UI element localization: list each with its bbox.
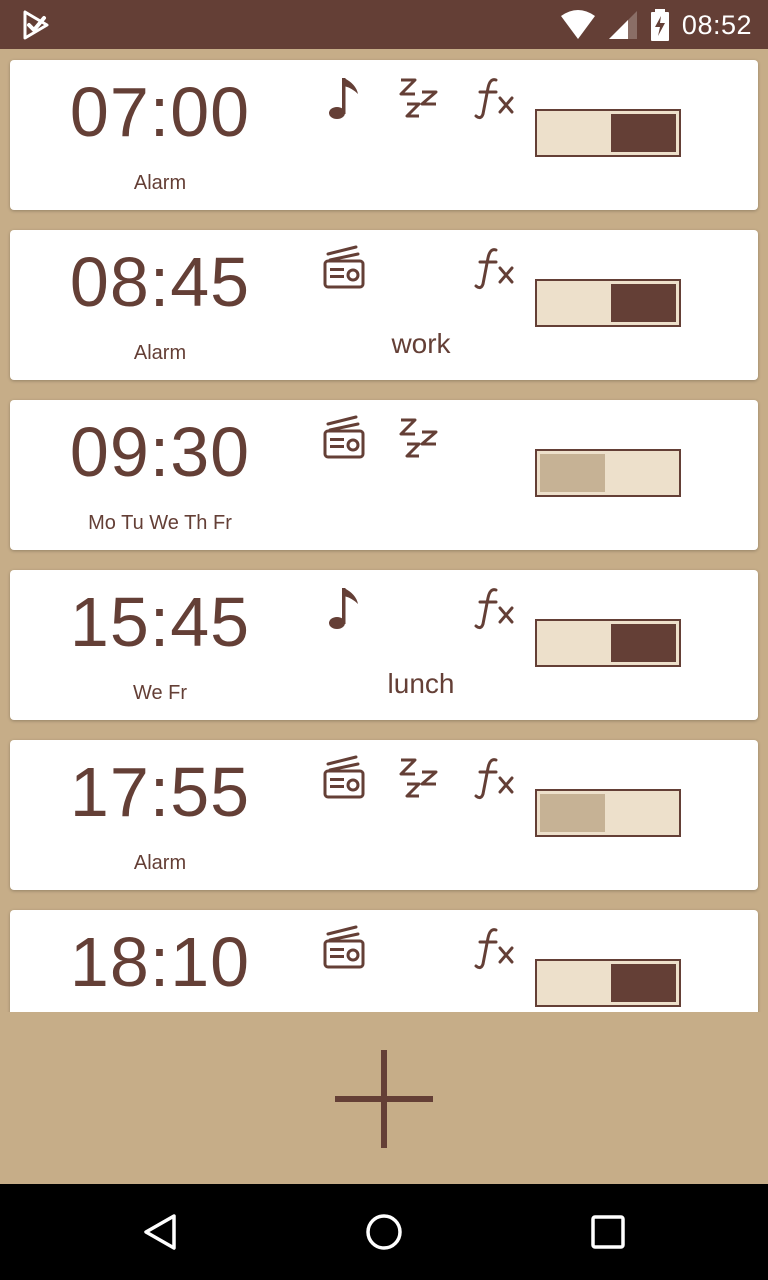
recents-button[interactable] (588, 1212, 628, 1252)
battery-charging-icon (650, 9, 670, 41)
status-bar: 08:52 (0, 0, 768, 49)
alarm-card[interactable]: 15:45 We Fr lunch (10, 570, 758, 720)
music-note-icon[interactable] (322, 584, 366, 632)
alarm-toggle[interactable] (535, 449, 681, 497)
radio-icon[interactable] (322, 414, 366, 462)
fx-icon[interactable] (474, 754, 518, 802)
toggle-thumb (611, 964, 676, 1002)
alarm-label: lunch (387, 668, 455, 699)
cell-signal-icon (608, 10, 638, 40)
plus-icon (335, 1050, 433, 1148)
alarm-list[interactable]: 07:00 Alarm 08:45 Alarm work 09:30 Mo Tu We Th… (0, 49, 768, 1012)
radio-icon[interactable] (322, 754, 366, 802)
snooze-icon[interactable] (398, 74, 442, 122)
alarm-card[interactable]: 07:00 Alarm (10, 60, 758, 210)
alarm-label: work (391, 328, 451, 359)
navigation-bar (0, 1184, 768, 1280)
music-note-icon[interactable] (322, 74, 366, 122)
fx-icon[interactable] (474, 584, 518, 632)
alarm-toggle[interactable] (535, 619, 681, 667)
alarm-card[interactable]: 09:30 Mo Tu We Th Fr (10, 400, 758, 550)
alarm-toggle[interactable] (535, 109, 681, 157)
alarm-time: 17:55 (69, 753, 251, 831)
toggle-thumb (611, 114, 676, 152)
recents-icon (591, 1215, 625, 1249)
toggle-thumb (611, 624, 676, 662)
alarm-time: 09:30 (69, 413, 251, 491)
alarm-time: 08:45 (69, 243, 251, 321)
toggle-thumb (540, 794, 605, 832)
home-icon (366, 1214, 402, 1250)
alarm-days: Mo Tu We Th Fr (88, 512, 232, 534)
alarm-time: 15:45 (69, 583, 251, 661)
alarm-card[interactable]: 08:45 Alarm work (10, 230, 758, 380)
alarm-toggle[interactable] (535, 959, 681, 1007)
snooze-icon[interactable] (398, 754, 442, 802)
toggle-thumb (540, 454, 605, 492)
alarm-time: 07:00 (69, 73, 251, 151)
home-button[interactable] (364, 1212, 404, 1252)
alarm-days: Alarm (133, 172, 187, 194)
add-alarm-area (0, 1012, 768, 1184)
toggle-thumb (611, 284, 676, 322)
back-button[interactable] (140, 1212, 180, 1252)
status-time: 08:52 (681, 9, 752, 40)
radio-icon[interactable] (322, 924, 366, 972)
snooze-icon[interactable] (398, 414, 442, 462)
alarm-days: Alarm (133, 852, 187, 874)
alarm-card[interactable]: 18:10 (10, 910, 758, 1012)
wifi-icon (560, 10, 596, 40)
alarm-days: Alarm (133, 342, 187, 364)
fx-icon[interactable] (474, 244, 518, 292)
alarm-card[interactable]: 17:55 Alarm (10, 740, 758, 890)
alarm-days: We Fr (132, 682, 188, 704)
add-alarm-button[interactable] (333, 1048, 435, 1150)
alarm-toggle[interactable] (535, 789, 681, 837)
fx-icon[interactable] (474, 924, 518, 972)
back-icon (144, 1214, 176, 1250)
radio-icon[interactable] (322, 244, 366, 292)
alarm-toggle[interactable] (535, 279, 681, 327)
play-store-notification-icon (20, 9, 52, 41)
alarm-time: 18:10 (69, 923, 251, 1001)
fx-icon[interactable] (474, 74, 518, 122)
